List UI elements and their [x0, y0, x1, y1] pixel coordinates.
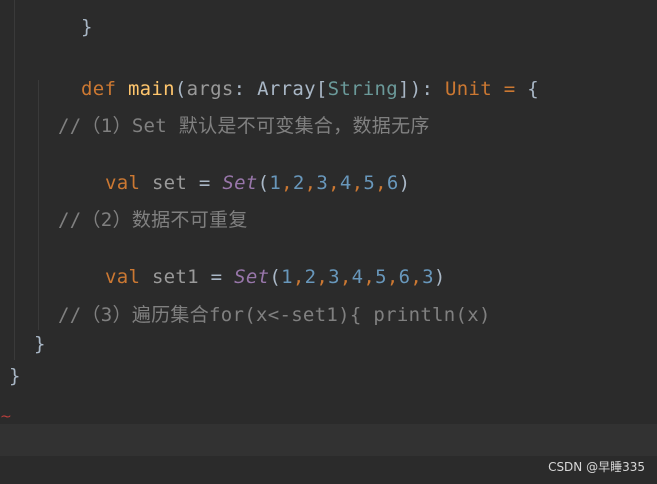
number: 6 — [398, 266, 411, 288]
equals: = — [210, 266, 223, 288]
bracket-close: ] — [398, 78, 410, 100]
type-string: String — [327, 78, 399, 100]
number: 6 — [386, 172, 399, 194]
number: 3 — [422, 266, 434, 288]
number: 5 — [363, 172, 376, 194]
keyword-def: def — [80, 78, 117, 100]
set-function: Set — [234, 266, 270, 288]
closing-brace-outer[interactable]: } — [9, 363, 21, 389]
equals: = — [503, 78, 516, 100]
brace: } — [80, 16, 93, 38]
indent-guide-outer — [14, 0, 15, 360]
closing-brace-inner[interactable]: } — [34, 331, 46, 357]
watermark: CSDN @早睡335 — [548, 460, 645, 474]
number: 2 — [292, 172, 305, 194]
keyword-val: val — [104, 266, 141, 288]
parameter-name: args — [186, 78, 234, 100]
bracket-open: [ — [315, 78, 328, 100]
brace-open: { — [527, 78, 539, 100]
number: 3 — [316, 172, 329, 194]
variable-set: set — [151, 172, 188, 194]
function-name: main — [127, 78, 175, 100]
number: 1 — [269, 172, 282, 194]
paren-close: ) — [433, 266, 446, 288]
set-function: Set — [222, 172, 258, 194]
code-line-closing-brace-top[interactable]: } — [34, 0, 93, 38]
comment-line-1[interactable]: //（1）Set 默认是不可变集合，数据无序 — [58, 113, 430, 139]
paren-open: ( — [174, 78, 187, 100]
code-editor[interactable]: } def main(args: Array[String]): Unit = … — [0, 0, 657, 484]
paren-open: ( — [257, 172, 270, 194]
number: 4 — [351, 266, 364, 288]
paren-close: ) — [398, 172, 411, 194]
keyword-val: val — [104, 172, 141, 194]
code-line-def-main[interactable]: def main(args: Array[String]): Unit = { — [34, 50, 539, 100]
paren-close-colon: ): — [409, 78, 434, 100]
comment-line-2[interactable]: //（2）数据不可重复 — [58, 207, 248, 233]
number: 3 — [328, 266, 340, 288]
number: 2 — [304, 266, 317, 288]
variable-set1: set1 — [151, 266, 199, 288]
number: 4 — [339, 172, 352, 194]
current-line-highlight[interactable] — [0, 424, 657, 456]
colon: : — [233, 78, 246, 100]
code-line-val-set[interactable]: val set = Set(1,2,3,4,5,6) — [58, 144, 410, 194]
number: 5 — [375, 266, 387, 288]
equals: = — [198, 172, 211, 194]
error-marker-icon: ~ — [0, 409, 12, 425]
number: 1 — [281, 266, 293, 288]
comment-line-3[interactable]: //（3）遍历集合for(x<-set1){ println(x) — [58, 302, 491, 328]
type-array: Array — [257, 78, 316, 100]
return-type: Unit — [445, 78, 492, 100]
editor-bottom-area: CSDN @早睡335 — [0, 456, 657, 484]
paren-open: ( — [269, 266, 282, 288]
code-line-val-set1[interactable]: val set1 = Set(1,2,3,4,5,6,3) — [58, 238, 446, 288]
